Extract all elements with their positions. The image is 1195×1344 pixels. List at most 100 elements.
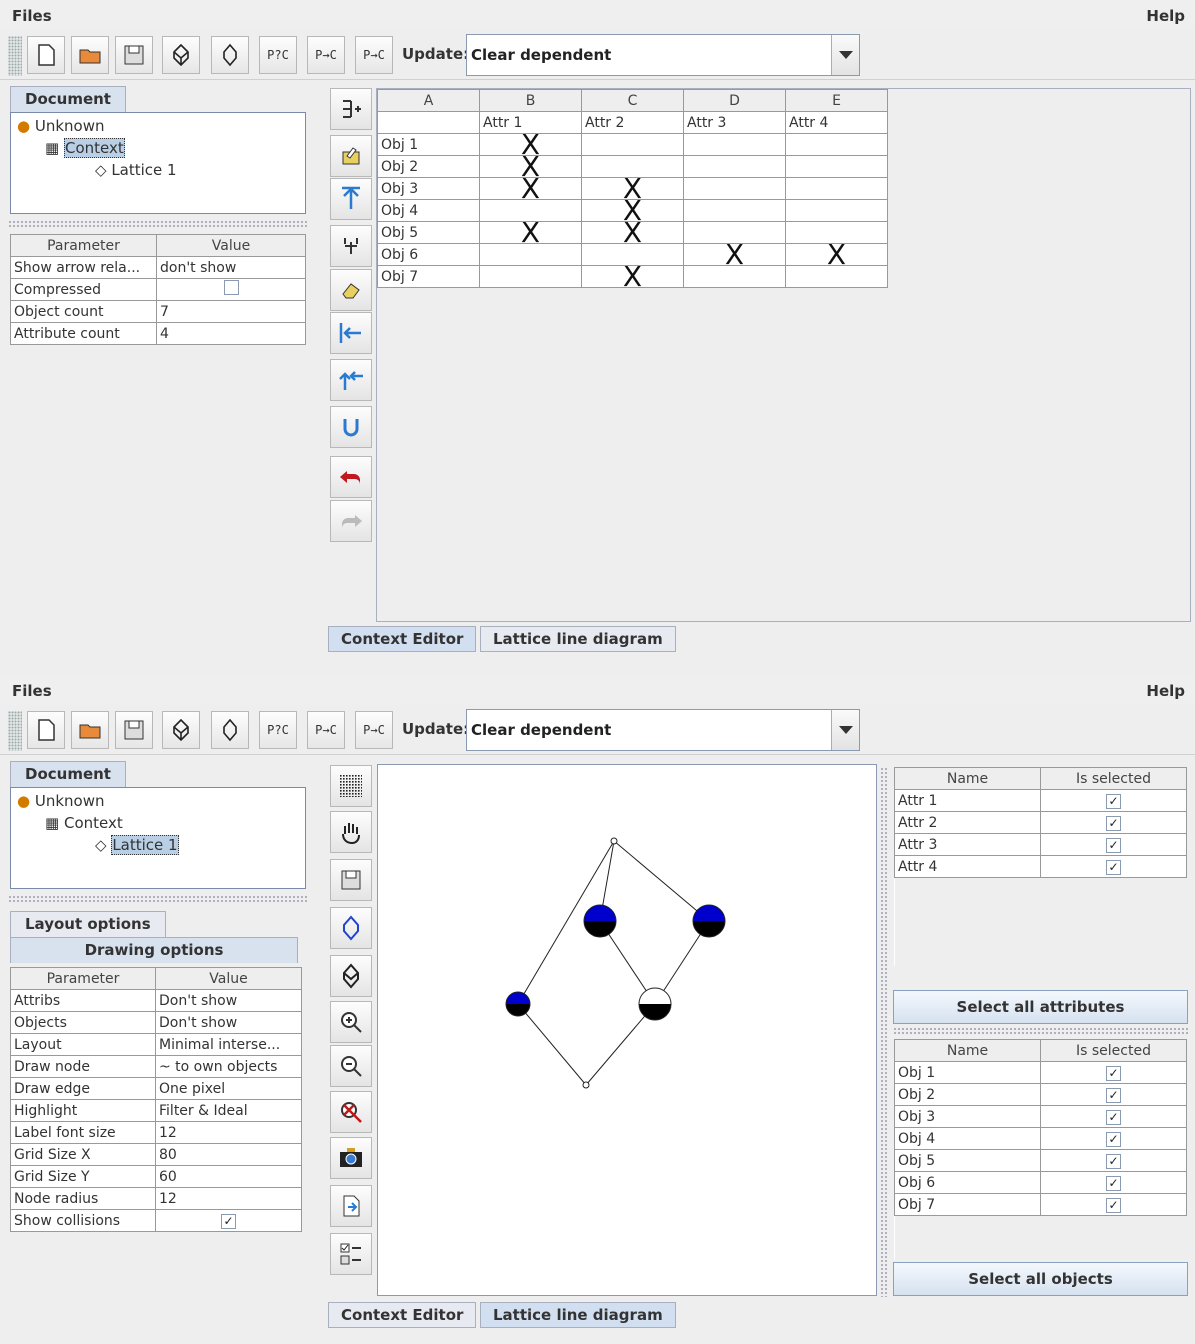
attribute-name[interactable]: Attr 2 xyxy=(581,111,684,134)
undo-button[interactable] xyxy=(330,456,372,498)
incidence-cell[interactable] xyxy=(785,133,888,156)
vertical-split-divider[interactable] xyxy=(880,767,888,1297)
reduce-button[interactable] xyxy=(330,359,372,401)
files-menu[interactable]: Files xyxy=(12,7,52,25)
param-value[interactable]: Don't show xyxy=(155,1011,302,1034)
p-p-c-button[interactable]: P→C xyxy=(355,36,393,74)
object-name[interactable]: Obj 1 xyxy=(377,133,480,156)
snapshot-button[interactable] xyxy=(330,1137,372,1179)
incidence-cell[interactable] xyxy=(785,199,888,222)
document-tree[interactable]: ● Unknown ▦ Context ◇ Lattice 1 xyxy=(10,787,306,889)
param-value[interactable]: Filter & Ideal xyxy=(155,1099,302,1122)
selected-checkbox[interactable]: ✓ xyxy=(1106,837,1121,853)
redo-button[interactable] xyxy=(330,500,372,542)
selected-checkbox[interactable]: ✓ xyxy=(1106,1131,1121,1147)
attribute-name[interactable]: Attr 4 xyxy=(785,111,888,134)
attribute-name[interactable]: Attr 3 xyxy=(683,111,786,134)
table-row[interactable]: Obj 6 ✓ xyxy=(894,1171,1187,1194)
table-row[interactable]: Obj 2 ✓ xyxy=(894,1083,1187,1106)
incidence-cell[interactable]: X xyxy=(581,218,684,246)
add-attribute-button[interactable] xyxy=(330,88,372,130)
lattice-node[interactable] xyxy=(505,991,531,1017)
table-row[interactable]: Draw edge One pixel xyxy=(10,1077,302,1100)
p-p-c-button[interactable]: P→C xyxy=(355,711,393,749)
selected-checkbox[interactable]: ✓ xyxy=(1106,859,1121,875)
chevron-down-icon[interactable] xyxy=(831,35,859,75)
table-row[interactable]: Draw node ~ to own objects xyxy=(10,1055,302,1078)
lattice-node[interactable] xyxy=(638,987,672,1021)
table-row[interactable]: Obj 7 ✓ xyxy=(894,1193,1187,1216)
param-value[interactable]: 80 xyxy=(155,1143,302,1166)
attribute-select-table[interactable]: Name Is selected Attr 1 ✓ Attr 2 ✓ Attr 3 ✓ Attr… xyxy=(894,767,1187,966)
context-table[interactable]: A B C D E Attr 1 Attr 2 Attr 3 Attr 4 Obj 1 X Obj 2… xyxy=(377,89,888,290)
split-divider[interactable] xyxy=(893,1027,1188,1035)
table-row[interactable]: Attribs Don't show xyxy=(10,989,302,1012)
selected-cell[interactable]: ✓ xyxy=(1040,855,1187,878)
table-row[interactable]: Grid Size X 80 xyxy=(10,1143,302,1166)
param-value[interactable]: 7 xyxy=(156,300,306,323)
tree-node-lattice[interactable]: ◇ Lattice 1 xyxy=(95,161,177,179)
param-value[interactable]: Minimal interse... xyxy=(155,1033,302,1056)
lattice-button[interactable] xyxy=(211,711,249,749)
selected-cell[interactable]: ✓ xyxy=(1040,811,1187,834)
tree-node-context[interactable]: ▦ Context xyxy=(45,814,123,832)
grid-button[interactable] xyxy=(330,765,372,807)
tab-drawing-options[interactable]: Drawing options xyxy=(10,937,298,963)
toolbar-grip[interactable] xyxy=(8,711,22,751)
param-value[interactable]: 12 xyxy=(155,1187,302,1210)
p-q-c-button[interactable]: P?C xyxy=(259,711,297,749)
select-all-attributes-button[interactable]: Select all attributes xyxy=(893,990,1188,1024)
tree-node-lattice[interactable]: ◇ Lattice 1 xyxy=(95,835,179,855)
tab-document[interactable]: Document xyxy=(10,761,126,787)
table-row[interactable]: Obj 4 ✓ xyxy=(894,1127,1187,1150)
tab-context-editor[interactable]: Context Editor xyxy=(328,1302,477,1328)
toolbar-grip[interactable] xyxy=(8,36,22,76)
param-value[interactable]: ~ to own objects xyxy=(155,1055,302,1078)
incidence-cell[interactable] xyxy=(683,199,786,222)
table-row[interactable]: Objects Don't show xyxy=(10,1011,302,1034)
param-value[interactable]: 4 xyxy=(156,322,306,345)
selected-checkbox[interactable]: ✓ xyxy=(1106,815,1121,831)
selected-checkbox[interactable]: ✓ xyxy=(1106,1153,1121,1169)
selected-checkbox[interactable]: ✓ xyxy=(1106,1197,1121,1213)
object-name[interactable]: Obj 5 xyxy=(377,221,480,244)
table-row[interactable]: Obj 5 ✓ xyxy=(894,1149,1187,1172)
selected-cell[interactable]: ✓ xyxy=(1040,1105,1187,1128)
move-up-button[interactable] xyxy=(330,178,372,220)
zoom-out-button[interactable] xyxy=(330,1045,372,1087)
selected-cell[interactable]: ✓ xyxy=(1040,1127,1187,1150)
lattice-node[interactable] xyxy=(583,904,617,938)
build-lattice-button[interactable] xyxy=(162,36,200,74)
help-menu[interactable]: Help xyxy=(1146,7,1185,25)
table-row[interactable]: Compressed xyxy=(10,278,306,301)
select-all-objects-button[interactable]: Select all objects xyxy=(893,1262,1188,1296)
table-row[interactable]: Attr 4 ✓ xyxy=(894,855,1187,878)
param-value[interactable]: 60 xyxy=(155,1165,302,1188)
p-c-button[interactable]: P→C xyxy=(307,36,345,74)
selected-cell[interactable]: ✓ xyxy=(1040,1149,1187,1172)
files-menu[interactable]: Files xyxy=(12,682,52,700)
table-row[interactable]: Obj 7 X xyxy=(377,262,888,290)
selected-checkbox[interactable]: ✓ xyxy=(1106,1175,1121,1191)
param-value[interactable]: Don't show xyxy=(155,989,302,1012)
table-row[interactable]: Attr 1 ✓ xyxy=(894,789,1187,812)
selected-checkbox[interactable]: ✓ xyxy=(1106,793,1121,809)
save-image-button[interactable] xyxy=(330,859,372,901)
lattice-canvas[interactable] xyxy=(377,764,877,1296)
p-q-c-button[interactable]: P?C xyxy=(259,36,297,74)
export-button[interactable] xyxy=(330,1185,372,1227)
incidence-cell[interactable] xyxy=(581,133,684,156)
param-value[interactable]: One pixel xyxy=(155,1077,302,1100)
close-under-button[interactable] xyxy=(330,406,372,448)
tab-context-editor[interactable]: Context Editor xyxy=(328,626,477,652)
table-row[interactable]: Show collisions ✓ xyxy=(10,1209,302,1232)
table-row[interactable]: Attribute count 4 xyxy=(10,322,306,345)
selected-checkbox[interactable]: ✓ xyxy=(1106,1109,1121,1125)
table-row[interactable]: Label font size 12 xyxy=(10,1121,302,1144)
object-name[interactable]: Obj 6 xyxy=(377,243,480,266)
table-row[interactable]: Attr 2 ✓ xyxy=(894,811,1187,834)
incidence-cell[interactable] xyxy=(683,177,786,200)
object-name[interactable]: Obj 3 xyxy=(377,177,480,200)
tree-node-context[interactable]: ▦ Context xyxy=(45,138,125,158)
selected-cell[interactable]: ✓ xyxy=(1040,1061,1187,1084)
